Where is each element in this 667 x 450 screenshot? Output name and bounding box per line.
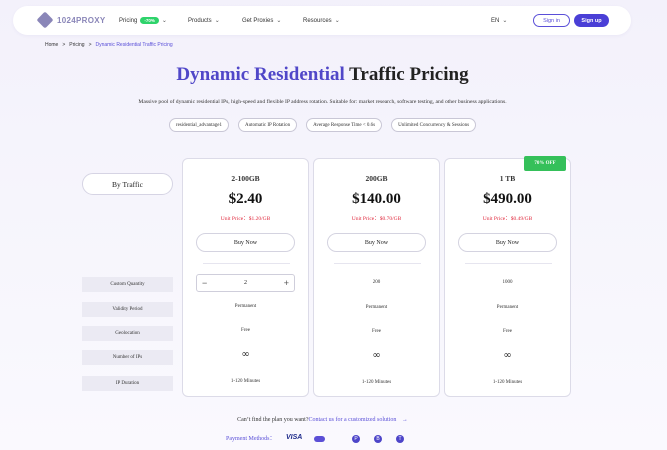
plan-price: $490.00	[483, 191, 532, 207]
custom-plan-text: Can’t find the plan you want?	[237, 417, 309, 423]
payment-methods: Payment Methods：	[226, 433, 276, 442]
plan-card: 200GB $140.00 Unit Price：$0.70/GB Buy No…	[313, 158, 440, 397]
breadcrumb-pricing[interactable]: Pricing	[69, 42, 84, 48]
row-label-custom-quantity: Custom Quantity	[82, 277, 173, 292]
divider	[203, 263, 290, 264]
nav-item-label: Pricing	[119, 17, 138, 24]
buy-now-button[interactable]: Buy Now	[196, 233, 295, 252]
logo[interactable]: 1024PROXY	[36, 11, 106, 29]
plan-card: 70% OFF 1 TB $490.00 Unit Price：$0.49/GB…	[444, 156, 571, 397]
breadcrumb-separator: >	[88, 42, 92, 48]
plan-price: $140.00	[352, 191, 401, 207]
feature-tags: residential_advantage1 Automatic IP Rota…	[0, 118, 645, 132]
geolocation-value: Free	[372, 329, 381, 334]
row-label-number-of-ips: Number of IPs	[82, 350, 173, 365]
nav-item-label: Get Proxies	[242, 17, 274, 24]
arrow-right-icon[interactable]: →	[402, 417, 408, 423]
logo-icon	[36, 11, 54, 29]
breadcrumb-separator: >	[62, 42, 66, 48]
plan-unit-price: Unit Price：$0.70/GB	[351, 216, 402, 222]
visa-icon: VISA	[286, 434, 303, 441]
quantity-value[interactable]: 2	[244, 280, 247, 286]
custom-plan-prompt: Can’t find the plan you want?Contact us …	[0, 417, 645, 423]
feature-tag: Unlimited Concurrency & Sessions	[391, 118, 477, 132]
sign-in-button[interactable]: Sign in	[533, 14, 570, 27]
buy-now-button[interactable]: Buy Now	[327, 233, 426, 252]
buy-now-button[interactable]: Buy Now	[458, 233, 557, 252]
chevron-down-icon: ⌄	[161, 18, 167, 24]
row-label-geolocation: Geolocation	[82, 326, 173, 341]
chevron-down-icon: ⌄	[276, 18, 282, 24]
language-label: EN	[491, 17, 500, 24]
discount-badge: -70%	[140, 17, 159, 24]
geolocation-value: Free	[241, 328, 250, 333]
bitcoin-icon: B	[374, 434, 382, 443]
plus-icon[interactable]: +	[284, 278, 289, 288]
ip-duration-value: 1-120 Minutes	[361, 380, 392, 385]
logo-text: 1024PROXY	[57, 15, 106, 25]
paypal-icon: P	[352, 434, 360, 443]
plan-unit-price: Unit Price：$1.20/GB	[220, 216, 271, 222]
contact-link[interactable]: Contact us for a customized solution	[309, 417, 397, 423]
ip-duration-value: 1-120 Minutes	[492, 380, 523, 385]
feature-tag: Automatic IP Rotation	[238, 118, 298, 132]
nav-item-products[interactable]: Products ⌄	[188, 17, 220, 25]
page-title: Dynamic Residential Traffic Pricing	[0, 64, 645, 86]
discount-badge: 70% OFF	[524, 156, 566, 171]
page-subtitle: Massive pool of dynamic residential IPs,…	[138, 99, 507, 105]
nav-item-resources[interactable]: Resources ⌄	[303, 17, 340, 25]
geolocation-value: Free	[503, 329, 512, 334]
plan-name: 200GB	[365, 174, 388, 183]
quantity-value: 200	[372, 280, 381, 285]
quantity-value: 1000	[502, 280, 513, 285]
breadcrumb: Home > Pricing > Dynamic Residential Tra…	[45, 42, 173, 48]
divider	[465, 263, 552, 264]
chevron-down-icon: ⌄	[334, 18, 340, 24]
language-selector[interactable]: EN ⌄	[491, 17, 508, 25]
plan-card: 2-100GB $2.40 Unit Price：$1.20/GB Buy No…	[182, 158, 309, 397]
top-navbar: 1024PROXY Pricing -70% ⌄ Products ⌄ Get …	[13, 6, 631, 35]
plan-name: 1 TB	[499, 174, 516, 183]
minus-icon[interactable]: −	[202, 278, 207, 288]
feature-tag: residential_advantage1	[168, 118, 229, 132]
row-label-ip-duration: IP Duration	[82, 376, 173, 391]
sign-up-button[interactable]: Sign up	[574, 14, 609, 27]
page-title-rest: Traffic Pricing	[344, 64, 469, 85]
breadcrumb-home[interactable]: Home	[45, 42, 58, 48]
quantity-stepper[interactable]: − 2 +	[196, 274, 295, 292]
ip-duration-value: 1-120 Minutes	[230, 379, 261, 384]
by-traffic-tab[interactable]: By Traffic	[82, 173, 173, 195]
divider	[334, 263, 421, 264]
chevron-down-icon: ⌄	[214, 18, 220, 24]
mastercard-icon	[314, 434, 325, 443]
validity-value: Permanent	[496, 305, 519, 310]
infinity-icon: ∞	[372, 350, 381, 361]
feature-tag: Average Response Time < 0.6s	[306, 118, 383, 132]
plan-price: $2.40	[228, 191, 263, 207]
page-title-accent: Dynamic Residential	[176, 64, 345, 85]
row-label-validity-period: Validity Period	[82, 302, 173, 317]
crypto-icon: T	[396, 434, 404, 443]
nav-item-pricing[interactable]: Pricing -70% ⌄	[119, 17, 167, 24]
nav-item-label: Products	[188, 17, 212, 24]
validity-value: Permanent	[365, 305, 388, 310]
infinity-icon: ∞	[241, 349, 250, 360]
nav-item-get-proxies[interactable]: Get Proxies ⌄	[242, 17, 282, 25]
plan-unit-price: Unit Price：$0.49/GB	[482, 216, 533, 222]
chevron-down-icon: ⌄	[502, 18, 508, 24]
plan-name: 2-100GB	[231, 174, 260, 183]
payment-methods-label: Payment Methods：	[226, 436, 276, 442]
breadcrumb-current: Dynamic Residential Traffic Pricing	[95, 42, 173, 48]
infinity-icon: ∞	[503, 350, 512, 361]
nav-item-label: Resources	[303, 17, 332, 24]
validity-value: Permanent	[234, 304, 257, 309]
